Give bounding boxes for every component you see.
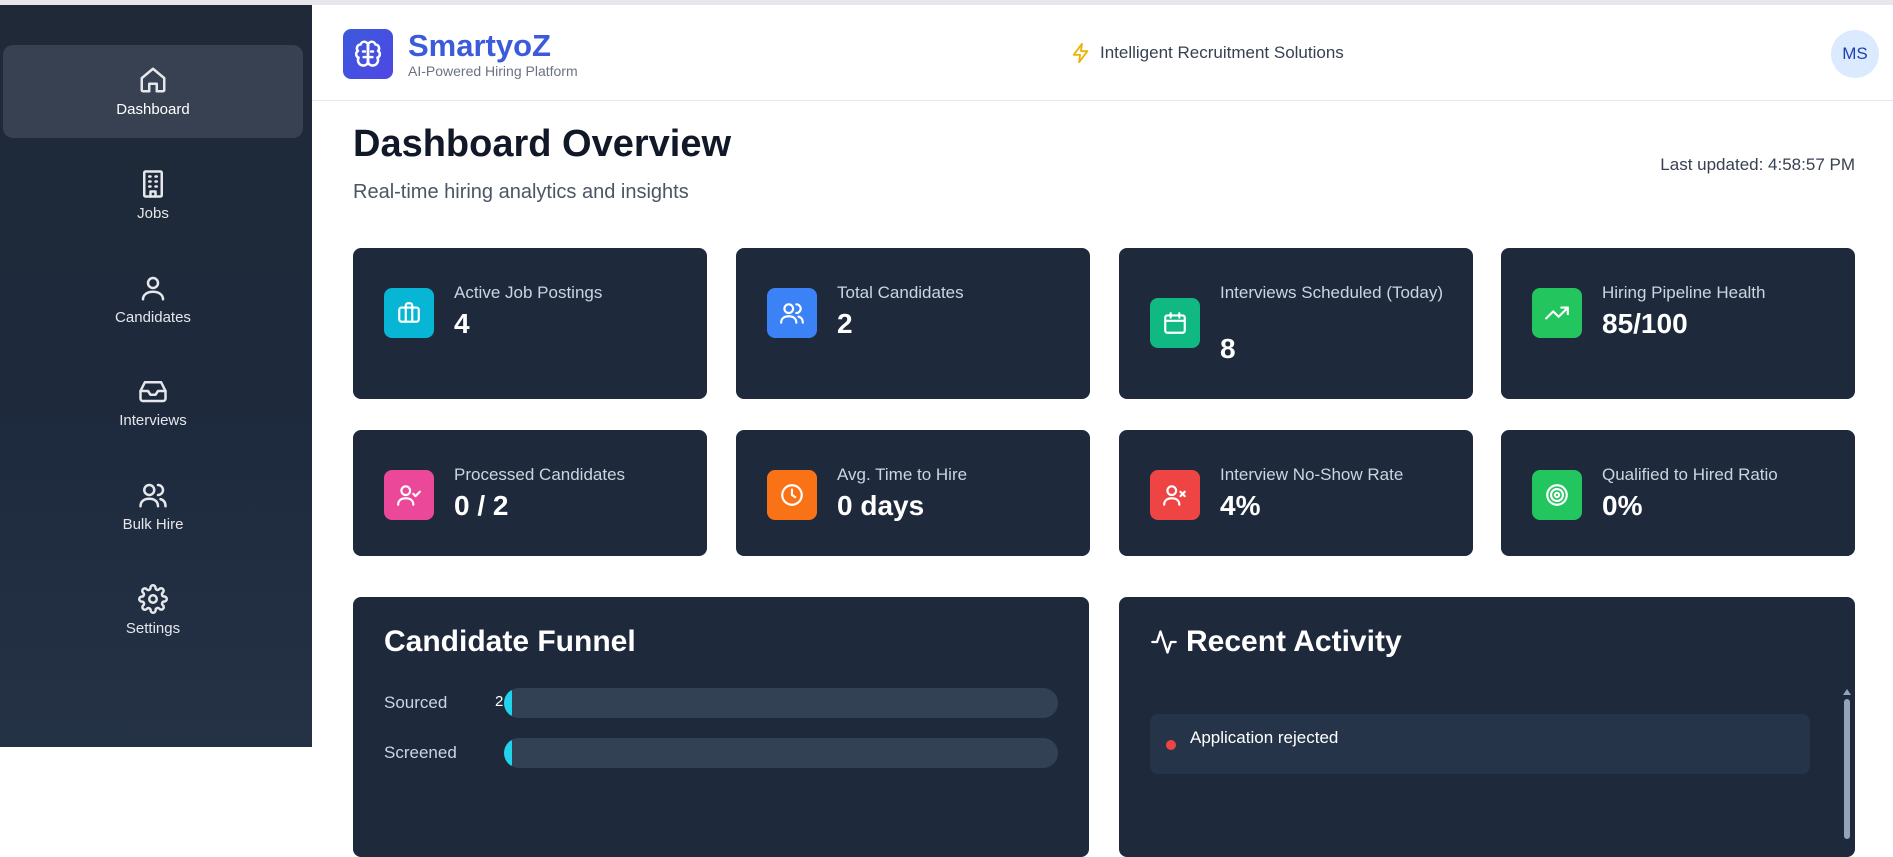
panel-title-text: Recent Activity <box>1186 625 1402 658</box>
stat-label: Active Job Postings <box>454 283 603 302</box>
stat-card-qualified-to-hired[interactable]: Qualified to Hired Ratio 0% <box>1501 430 1855 556</box>
activity-list: Application rejected <box>1150 714 1844 857</box>
stat-card-no-show-rate[interactable]: Interview No-Show Rate 4% <box>1119 430 1473 556</box>
stat-value: 4 <box>454 308 470 339</box>
tagline-text: Intelligent Recruitment Solutions <box>1100 43 1344 62</box>
stat-label: Interview No-Show Rate <box>1220 465 1404 484</box>
tagline: Intelligent Recruitment Solutions <box>1070 42 1344 64</box>
icon-box <box>1532 288 1582 338</box>
home-icon <box>140 67 166 93</box>
stat-label: Total Candidates <box>837 283 964 302</box>
stat-card-interviews-scheduled[interactable]: Interviews Scheduled (Today) 8 <box>1119 248 1473 399</box>
user-check-icon <box>397 485 421 506</box>
sidebar-item-label: Settings <box>125 620 181 637</box>
stat-label: Avg. Time to Hire <box>837 465 968 484</box>
briefcase-icon <box>398 302 420 323</box>
stat-label: Hiring Pipeline Health <box>1602 283 1766 302</box>
lightning-icon <box>1072 42 1089 64</box>
icon-box <box>767 288 817 338</box>
stat-card-total-candidates[interactable]: Total Candidates 2 <box>736 248 1090 399</box>
activity-item[interactable]: Application rejected <box>1150 714 1810 774</box>
sidebar-item-label: Dashboard <box>116 101 190 118</box>
avatar[interactable]: MS <box>1831 30 1879 78</box>
icon-box <box>767 470 817 520</box>
stat-label: Interviews Scheduled (Today) <box>1220 283 1444 302</box>
target-icon <box>1546 484 1568 506</box>
sidebar-item-label: Jobs <box>137 205 169 222</box>
stat-value: 0 / 2 <box>454 490 509 521</box>
activity-text: Application rejected <box>1190 728 1339 747</box>
sidebar-item-candidates[interactable]: Candidates <box>3 253 303 346</box>
stat-label: Qualified to Hired Ratio <box>1602 465 1778 484</box>
sidebar-item-interviews[interactable]: Interviews <box>3 356 303 449</box>
inbox-icon <box>139 381 167 403</box>
stat-value: 8 <box>1220 333 1236 364</box>
scroll-thumb[interactable] <box>1844 699 1850 839</box>
brain-icon <box>354 40 382 67</box>
user-icon <box>141 276 165 301</box>
sidebar-item-label: Bulk Hire <box>122 516 184 533</box>
funnel-row: Screened <box>384 738 1058 768</box>
brand-name: SmartyoZ <box>408 28 551 63</box>
icon-box <box>384 288 434 338</box>
stat-card-processed-candidates[interactable]: Processed Candidates 0 / 2 <box>353 430 707 556</box>
sidebar-item-label: Interviews <box>119 412 187 429</box>
trending-up-icon <box>1545 306 1569 320</box>
funnel-bar-fill <box>504 738 512 768</box>
icon-box <box>1532 470 1582 520</box>
funnel-stage-count: 2 <box>495 693 504 710</box>
page-title: Dashboard Overview <box>353 123 732 165</box>
sidebar-item-jobs[interactable]: Jobs <box>3 149 303 242</box>
stat-card-pipeline-health[interactable]: Hiring Pipeline Health 85/100 <box>1501 248 1855 399</box>
funnel-bar-fill <box>504 688 512 718</box>
last-updated: Last updated: 4:58:57 PM <box>1660 155 1855 174</box>
stat-value: 0% <box>1602 490 1643 521</box>
activity-icon <box>1151 630 1177 654</box>
page-subtitle: Real-time hiring analytics and insights <box>353 181 689 203</box>
brand-logo[interactable] <box>343 29 393 79</box>
sidebar-item-bulk-hire[interactable]: Bulk Hire <box>3 460 303 553</box>
sidebar-item-label: Candidates <box>115 309 191 326</box>
building-icon <box>143 170 163 198</box>
top-border <box>0 0 1893 5</box>
activity-scrollbar[interactable] <box>1843 689 1851 849</box>
user-x-icon <box>1163 485 1186 506</box>
clock-icon <box>781 484 803 506</box>
stat-value: 2 <box>837 308 853 339</box>
sidebar: Dashboard Jobs Candidates Interviews Bul… <box>0 5 312 747</box>
panel-title: Candidate Funnel <box>384 625 636 658</box>
funnel-bar-track <box>504 738 1058 768</box>
sidebar-item-settings[interactable]: Settings <box>3 564 303 657</box>
stat-card-avg-time-to-hire[interactable]: Avg. Time to Hire 0 days <box>736 430 1090 556</box>
sidebar-item-dashboard[interactable]: Dashboard <box>3 45 303 138</box>
stat-value: 0 days <box>837 490 925 521</box>
funnel-stage-label: Screened <box>384 743 457 762</box>
recent-activity-panel: Recent Activity Application rejected <box>1119 597 1855 857</box>
funnel-row: Sourced 2 <box>384 688 1058 718</box>
stat-label: Processed Candidates <box>454 465 626 484</box>
stat-value: 85/100 <box>1602 308 1688 339</box>
icon-box <box>1150 470 1200 520</box>
top-header: SmartyoZ AI-Powered Hiring Platform Inte… <box>312 5 1893 101</box>
funnel-bar-track <box>504 688 1058 718</box>
stat-card-active-jobs[interactable]: Active Job Postings 4 <box>353 248 707 399</box>
calendar-icon <box>1164 312 1186 334</box>
icon-box <box>384 470 434 520</box>
gear-icon <box>138 584 168 614</box>
users-icon <box>780 303 804 324</box>
users-icon <box>139 483 167 508</box>
icon-box <box>1150 298 1200 348</box>
main-content: Dashboard Overview Real-time hiring anal… <box>312 101 1893 857</box>
funnel-stage-label: Sourced <box>384 693 448 712</box>
stat-value: 4% <box>1220 490 1261 521</box>
scroll-up-arrow[interactable] <box>1843 689 1851 695</box>
panel-title: Recent Activity <box>1150 625 1402 659</box>
brand-subtitle: AI-Powered Hiring Platform <box>408 63 578 79</box>
status-dot <box>1166 740 1176 750</box>
candidate-funnel-panel: Candidate Funnel Sourced 2 Screened <box>353 597 1089 857</box>
